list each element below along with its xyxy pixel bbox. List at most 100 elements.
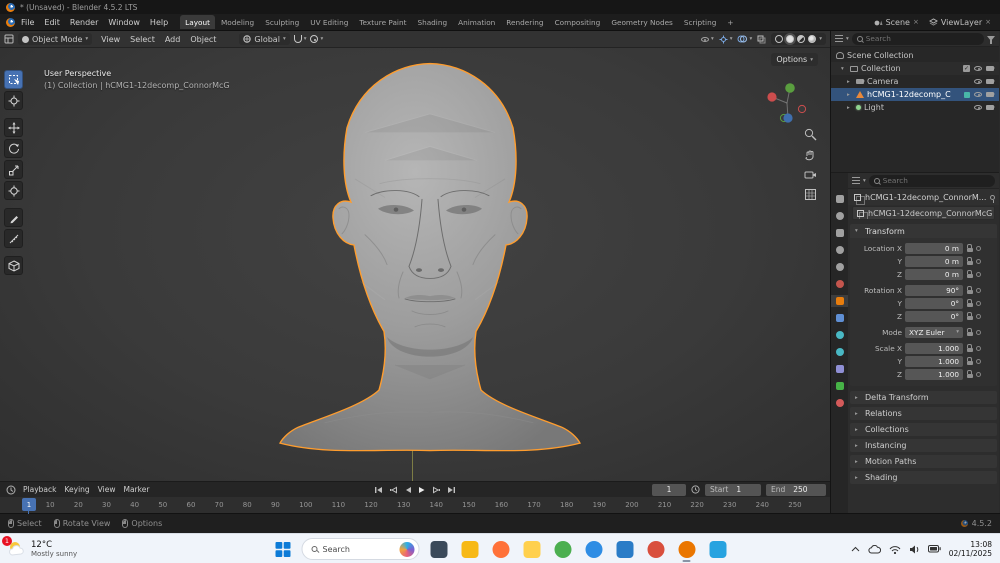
gizmos-dropdown[interactable]: ▾ xyxy=(719,35,733,44)
add-workspace-button[interactable]: + xyxy=(722,15,738,29)
taskbar-app-folder[interactable] xyxy=(520,536,544,562)
menu-view[interactable]: View xyxy=(94,484,120,495)
visibility-dropdown[interactable]: ▾ xyxy=(701,36,714,42)
workspace-tab-shading[interactable]: Shading xyxy=(412,15,452,29)
menu-help[interactable]: Help xyxy=(145,16,173,29)
tool-measure[interactable] xyxy=(4,229,23,248)
value-field[interactable]: 0 m xyxy=(905,243,963,254)
hidden-icons-chevron[interactable] xyxy=(851,546,860,552)
menu-object[interactable]: Object xyxy=(185,33,221,46)
frame-end-field[interactable]: End 250 xyxy=(766,484,826,496)
menu-select[interactable]: Select xyxy=(125,33,160,46)
lock-icon[interactable] xyxy=(966,344,973,352)
frame-start-field[interactable]: Start 1 xyxy=(705,484,761,496)
properties-tab-render[interactable] xyxy=(831,210,848,222)
menu-add[interactable]: Add xyxy=(160,33,186,46)
timeline-editor-icon[interactable] xyxy=(6,485,16,495)
taskbar-app-edge[interactable] xyxy=(582,536,606,562)
proportional-editing-toggle[interactable]: ▾ xyxy=(310,35,323,43)
shading-material-icon[interactable] xyxy=(797,35,805,43)
taskbar-search[interactable]: Search xyxy=(302,538,420,560)
axis-y-positive[interactable] xyxy=(785,83,795,93)
axis-x-negative[interactable] xyxy=(798,105,805,112)
animate-dot[interactable] xyxy=(976,272,981,277)
perspective-toggle-icon[interactable] xyxy=(804,188,817,201)
properties-tab-scene[interactable] xyxy=(831,261,848,273)
menu-render[interactable]: Render xyxy=(65,16,103,29)
properties-tab-tool[interactable] xyxy=(831,193,848,205)
outliner-row-scene-collection[interactable]: Scene Collection xyxy=(831,49,999,62)
taskbar-weather-widget[interactable]: 1 12°C Mostly sunny xyxy=(6,536,77,562)
workspace-tab-modeling[interactable]: Modeling xyxy=(216,15,259,29)
unlink-scene-icon[interactable]: × xyxy=(913,18,919,26)
collection-checkbox[interactable]: ✓ xyxy=(963,65,970,72)
lock-icon[interactable] xyxy=(966,370,973,378)
previous-keyframe-button[interactable] xyxy=(389,486,398,494)
outliner-row-camera[interactable]: ▸ Camera xyxy=(831,75,999,88)
tool-annotate[interactable] xyxy=(4,208,23,227)
pan-hand-icon[interactable] xyxy=(804,149,817,162)
axis-x-positive[interactable] xyxy=(767,92,776,101)
lock-icon[interactable] xyxy=(966,286,973,294)
animate-dot[interactable] xyxy=(976,314,981,319)
lock-icon[interactable] xyxy=(966,357,973,365)
properties-tab-output[interactable] xyxy=(831,227,848,239)
animate-dot[interactable] xyxy=(976,259,981,264)
taskbar-app-blender[interactable] xyxy=(675,536,699,562)
value-field[interactable]: 90° xyxy=(905,285,963,296)
taskbar-app-file-explorer[interactable] xyxy=(458,536,482,562)
shading-wireframe-icon[interactable] xyxy=(775,35,783,43)
disable-in-renders-icon[interactable] xyxy=(986,66,994,71)
shading-rendered-icon[interactable] xyxy=(808,35,816,43)
properties-tab-view-layer[interactable] xyxy=(831,244,848,256)
outliner-row-collection[interactable]: ▾ Collection ✓ xyxy=(831,62,999,75)
workspace-tab-rendering[interactable]: Rendering xyxy=(501,15,548,29)
menu-marker[interactable]: Marker xyxy=(119,484,153,495)
value-field[interactable]: 1.000 xyxy=(905,343,963,354)
3d-viewport[interactable]: User Perspective (1) Collection | hCMG1-… xyxy=(0,48,830,481)
animate-dot[interactable] xyxy=(976,346,981,351)
editor-type-icon[interactable] xyxy=(4,34,14,44)
animate-dot[interactable] xyxy=(976,301,981,306)
value-field[interactable]: 1.000 xyxy=(905,356,963,367)
workspace-tab-geometry-nodes[interactable]: Geometry Nodes xyxy=(606,15,678,29)
jump-to-end-button[interactable] xyxy=(447,486,456,494)
disclosure-triangle-icon[interactable]: ▸ xyxy=(847,105,853,111)
tool-scale[interactable] xyxy=(4,160,23,179)
properties-editor-icon[interactable] xyxy=(852,177,860,184)
taskbar-app-store[interactable] xyxy=(644,536,668,562)
value-field[interactable]: 0° xyxy=(905,298,963,309)
taskbar-app-vscode[interactable] xyxy=(706,536,730,562)
lock-icon[interactable] xyxy=(966,299,973,307)
outliner-search[interactable] xyxy=(852,33,984,45)
scene-selector[interactable]: Scene × xyxy=(871,17,922,28)
section-relations[interactable]: ▸Relations xyxy=(850,407,997,420)
outliner-editor-icon[interactable] xyxy=(835,35,843,42)
current-frame-field[interactable]: 1 xyxy=(652,484,686,496)
animate-dot[interactable] xyxy=(976,372,981,377)
menu-file[interactable]: File xyxy=(16,16,39,29)
properties-search[interactable] xyxy=(869,175,995,187)
menu-window[interactable]: Window xyxy=(103,16,145,29)
properties-tab-object[interactable] xyxy=(831,295,848,307)
value-field[interactable]: 0° xyxy=(905,311,963,322)
taskbar-clock[interactable]: 13:08 02/11/2025 xyxy=(949,540,992,559)
animate-dot[interactable] xyxy=(976,246,981,251)
next-keyframe-button[interactable] xyxy=(432,486,441,494)
workspace-tab-sculpting[interactable]: Sculpting xyxy=(260,15,304,29)
animate-dot[interactable] xyxy=(976,359,981,364)
taskbar-app-firefox[interactable] xyxy=(489,536,513,562)
section-shading[interactable]: ▸Shading xyxy=(850,471,997,484)
disable-in-renders-icon[interactable] xyxy=(986,92,994,97)
disclosure-triangle-icon[interactable]: ▸ xyxy=(847,79,853,85)
animate-dot[interactable] xyxy=(976,288,981,293)
tool-transform[interactable] xyxy=(4,181,23,200)
disable-in-renders-icon[interactable] xyxy=(986,105,994,110)
section-collections[interactable]: ▸Collections xyxy=(850,423,997,436)
start-button[interactable] xyxy=(271,537,295,561)
rotation-mode-dropdown[interactable]: XYZ Euler▾ xyxy=(905,327,963,338)
menu-view[interactable]: View xyxy=(96,33,125,46)
lock-icon[interactable] xyxy=(966,312,973,320)
camera-view-icon[interactable] xyxy=(804,170,817,180)
animate-dot[interactable] xyxy=(976,330,981,335)
